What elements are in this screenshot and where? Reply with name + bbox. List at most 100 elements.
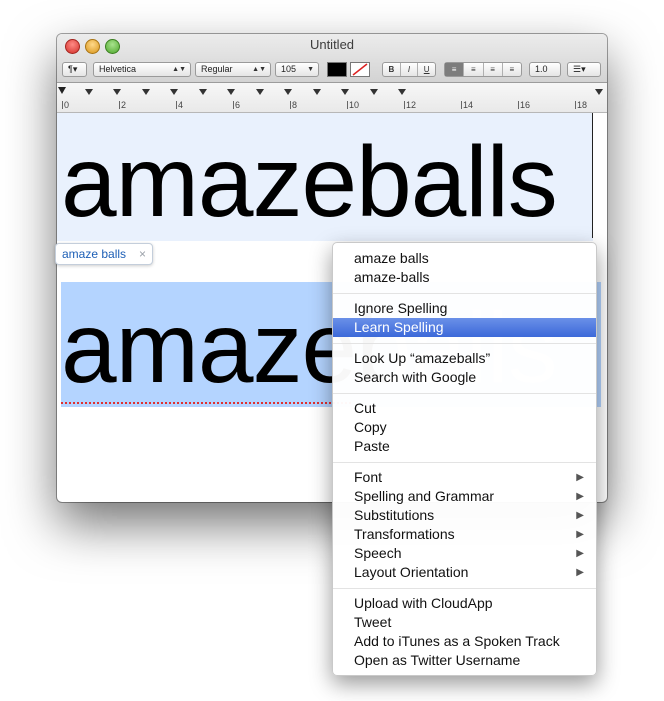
menu-item-tweet[interactable]: Tweet [333, 613, 596, 632]
font-family-value: Helvetica [99, 64, 137, 74]
menu-item-upload-with-cloudapp[interactable]: Upload with CloudApp [333, 594, 596, 613]
bold-button[interactable]: B [383, 63, 401, 76]
tab-stop-icon[interactable] [113, 89, 121, 95]
menu-separator [333, 588, 596, 589]
ruler-tick [575, 101, 576, 109]
font-size-combo[interactable]: 105 ▼ [275, 62, 319, 77]
document-text-line-1[interactable]: amazeballs [61, 132, 558, 232]
align-left-icon[interactable]: ≡ [445, 63, 465, 76]
submenu-arrow-icon: ▶ [576, 472, 584, 483]
tab-stop-icon[interactable] [284, 89, 292, 95]
context-menu: amaze balls amaze-balls Ignore Spelling … [332, 242, 597, 676]
submenu-arrow-icon: ▶ [576, 567, 584, 578]
autocorrect-bubble[interactable]: amaze balls × [55, 243, 154, 265]
italic-button[interactable]: I [401, 63, 419, 76]
list-style-popup[interactable]: ☰▾ [567, 62, 601, 77]
font-size-value: 105 [281, 64, 297, 74]
paragraph-style-menu[interactable]: ¶▾ [62, 62, 87, 77]
ruler-number: 4 [178, 100, 184, 110]
tab-stop-icon[interactable] [256, 89, 264, 95]
chevron-down-icon: ▼ [307, 66, 314, 73]
font-family-popup[interactable]: Helvetica ▲▼ [93, 62, 191, 77]
text-color-swatch[interactable] [327, 62, 347, 77]
menu-item-substitutions[interactable]: Substitutions ▶ [333, 506, 596, 525]
popup-arrows-icon: ▲▼ [252, 66, 266, 73]
ruler-number: 16 [520, 100, 531, 110]
menu-item-layout-orientation[interactable]: Layout Orientation ▶ [333, 563, 596, 582]
ruler-number: 12 [406, 100, 417, 110]
ruler-tick [176, 101, 177, 109]
menu-item-paste[interactable]: Paste [333, 437, 596, 456]
no-color-icon [352, 63, 368, 76]
menu-item-open-as-twitter-username[interactable]: Open as Twitter Username [333, 651, 596, 670]
ruler-tick [290, 101, 291, 109]
menu-separator [333, 393, 596, 394]
font-style-value: Regular [201, 64, 233, 74]
align-justify-icon[interactable]: ≡ [503, 63, 521, 76]
ruler-number: 18 [577, 100, 588, 110]
menu-item-font[interactable]: Font ▶ [333, 468, 596, 487]
tab-stop-icon[interactable] [370, 89, 378, 95]
ruler-tick [518, 101, 519, 109]
background-color-swatch[interactable] [350, 62, 370, 77]
submenu-arrow-icon: ▶ [576, 491, 584, 502]
ruler-tick [461, 101, 462, 109]
close-icon[interactable]: × [139, 244, 146, 264]
right-margin-marker[interactable] [595, 89, 603, 95]
submenu-arrow-icon: ▶ [576, 510, 584, 521]
menu-item-spelling-and-grammar[interactable]: Spelling and Grammar ▶ [333, 487, 596, 506]
menu-item-label: Font [354, 469, 383, 485]
menu-item-search-with-google[interactable]: Search with Google [333, 368, 596, 387]
ruler-number: 14 [463, 100, 474, 110]
align-center-icon[interactable]: ≡ [464, 63, 484, 76]
tab-stop-icon[interactable] [170, 89, 178, 95]
popup-arrows-icon: ▲▼ [172, 66, 186, 73]
line-spacing-popup[interactable]: 1.0 [529, 62, 561, 77]
menu-item-label: Layout Orientation [354, 564, 469, 580]
text-caret [592, 113, 593, 238]
tab-stop-icon[interactable] [142, 89, 150, 95]
tab-stop-icon[interactable] [199, 89, 207, 95]
first-line-indent-marker[interactable] [58, 87, 66, 94]
menu-item-add-to-itunes[interactable]: Add to iTunes as a Spoken Track [333, 632, 596, 651]
menu-item-cut[interactable]: Cut [333, 399, 596, 418]
menu-separator [333, 343, 596, 344]
menu-item-label: Transformations [354, 526, 455, 542]
tab-stop-icon[interactable] [227, 89, 235, 95]
ruler-tick [62, 101, 63, 109]
menu-item-ignore-spelling[interactable]: Ignore Spelling [333, 299, 596, 318]
menu-separator [333, 293, 596, 294]
tab-stop-icon[interactable] [398, 89, 406, 95]
align-right-icon[interactable]: ≡ [484, 63, 503, 76]
tab-stop-icon[interactable] [85, 89, 93, 95]
font-style-popup[interactable]: Regular ▲▼ [195, 62, 271, 77]
window-title: Untitled [309, 37, 355, 52]
ruler[interactable]: 0 2 4 6 8 10 12 14 16 18 [57, 83, 607, 113]
title-bar: Untitled ¶▾ Helvetica ▲▼ Regular ▲▼ 105 … [57, 34, 607, 83]
ruler-tick [347, 101, 348, 109]
menu-item-speech[interactable]: Speech ▶ [333, 544, 596, 563]
menu-item-copy[interactable]: Copy [333, 418, 596, 437]
ruler-number: 8 [292, 100, 298, 110]
submenu-arrow-icon: ▶ [576, 548, 584, 559]
ruler-number: 0 [64, 100, 70, 110]
line-spacing-value: 1.0 [535, 64, 548, 74]
menu-separator [333, 462, 596, 463]
ruler-tick [233, 101, 234, 109]
ruler-tick [404, 101, 405, 109]
menu-item-label: Substitutions [354, 507, 435, 523]
underline-button[interactable]: U [418, 63, 435, 76]
menu-item-transformations[interactable]: Transformations ▶ [333, 525, 596, 544]
ruler-number: 6 [235, 100, 241, 110]
autocorrect-suggestion[interactable]: amaze balls [62, 247, 126, 261]
tab-stop-icon[interactable] [341, 89, 349, 95]
menu-item-look-up[interactable]: Look Up “amazeballs” [333, 349, 596, 368]
misspelling-underline [61, 402, 351, 404]
menu-item-suggestion-amaze-balls[interactable]: amaze balls [333, 249, 596, 268]
tab-stop-icon[interactable] [313, 89, 321, 95]
ruler-tick [119, 101, 120, 109]
menu-item-learn-spelling[interactable]: Learn Spelling [333, 318, 596, 337]
ruler-number: 2 [121, 100, 127, 110]
ruler-number: 10 [349, 100, 360, 110]
menu-item-suggestion-amaze-hyphen-balls[interactable]: amaze-balls [333, 268, 596, 287]
